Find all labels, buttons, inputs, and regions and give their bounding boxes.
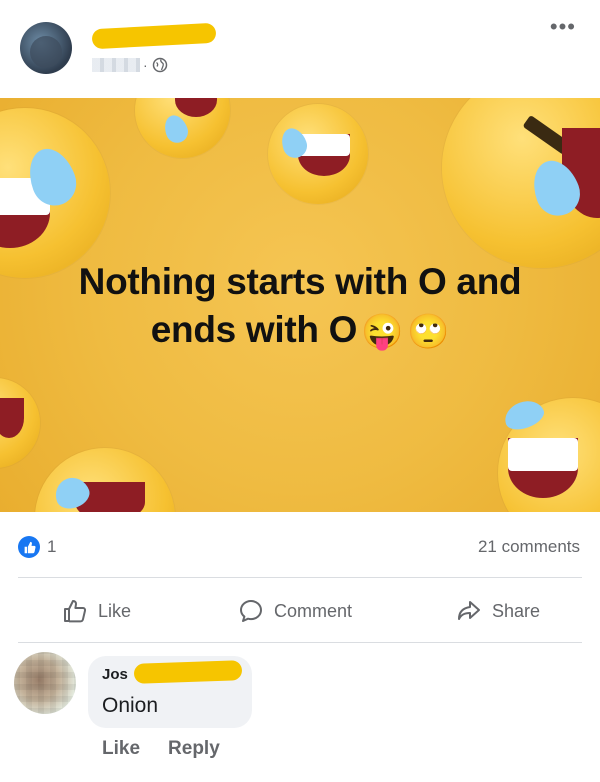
- laughing-emoji-icon: [135, 98, 230, 158]
- laughing-emoji-icon: [442, 98, 600, 268]
- commenter-name-redaction: [133, 660, 243, 684]
- share-arrow-icon: [458, 601, 480, 620]
- post-image[interactable]: Nothing starts with O and ends with O 😜 🙄: [0, 98, 600, 512]
- laughing-emoji-icon: [35, 448, 175, 512]
- comment-reply-button[interactable]: Reply: [168, 738, 220, 760]
- like-reaction-icon[interactable]: [18, 536, 40, 558]
- post-timestamp-blurred: [92, 58, 140, 72]
- meta-separator: ·: [143, 57, 148, 73]
- commenter-name[interactable]: Jos: [102, 666, 128, 683]
- post-header: · •••: [0, 0, 600, 98]
- like-count[interactable]: 1: [47, 537, 56, 557]
- more-options-icon[interactable]: •••: [550, 14, 576, 40]
- author-avatar[interactable]: [20, 22, 72, 74]
- name-redaction: [91, 22, 217, 50]
- post-action-bar: Like Comment Share: [0, 580, 600, 642]
- comment-bubble: Jos Onion: [88, 656, 252, 728]
- comment-text: Onion: [102, 694, 159, 717]
- laughing-emoji-icon: [268, 104, 368, 204]
- comments-count[interactable]: 21 comments: [478, 537, 580, 557]
- winking-tongue-emoji-icon: 😜: [361, 313, 404, 352]
- eye-roll-emoji-icon: 🙄: [407, 313, 450, 352]
- comment-label: Comment: [274, 600, 353, 621]
- laughing-emoji-icon: [498, 395, 600, 512]
- laughing-emoji-icon: [0, 378, 40, 468]
- comment-button[interactable]: Comment: [238, 596, 352, 626]
- divider: [18, 577, 582, 578]
- share-button[interactable]: Share: [456, 596, 540, 626]
- post-caption: Nothing starts with O and ends with O 😜 🙄: [0, 258, 600, 354]
- reaction-stats: 1 21 comments: [0, 520, 600, 572]
- comment-bubble-icon: [240, 600, 262, 622]
- like-label: Like: [98, 600, 132, 621]
- comment-like-button[interactable]: Like: [102, 738, 140, 760]
- caption-line-2-text: ends with O: [150, 309, 358, 350]
- share-label: Share: [492, 600, 541, 621]
- commenter-avatar[interactable]: [14, 652, 76, 714]
- laughing-emoji-icon: [0, 108, 110, 278]
- like-button[interactable]: Like: [62, 596, 131, 626]
- thumbs-up-icon: [64, 600, 87, 623]
- globe-icon: [152, 57, 168, 73]
- divider: [18, 642, 582, 643]
- caption-line-1: Nothing starts with O and: [78, 261, 522, 302]
- comment-actions: Like Reply: [102, 738, 220, 760]
- caption-line-2: ends with O 😜 🙄: [0, 306, 600, 354]
